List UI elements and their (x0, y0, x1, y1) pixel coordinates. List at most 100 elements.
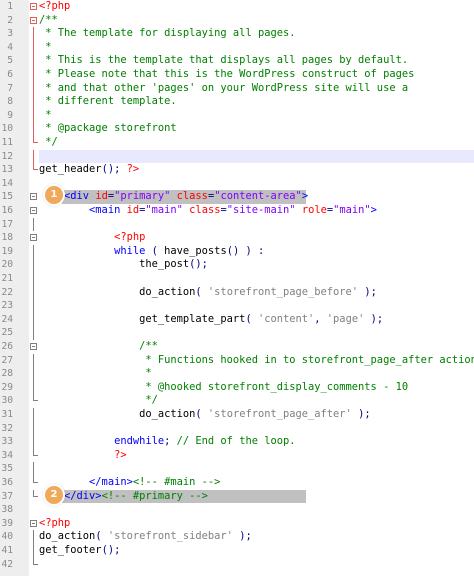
line-code-text[interactable]: <?php (39, 517, 70, 531)
line-number: 33 (1, 436, 13, 448)
code-line[interactable]: 39 <?php (0, 517, 474, 531)
code-line[interactable]: 37 </div><!-- #primary --> (0, 489, 474, 504)
line-code-text[interactable]: * and that other 'pages' on your WordPre… (39, 82, 408, 96)
line-code-text[interactable]: * @package storefront (39, 122, 177, 136)
code-token: * Functions hooked in to storefront_page… (139, 353, 474, 366)
code-line[interactable]: 23 (0, 299, 474, 313)
line-code-text[interactable]: /** (39, 14, 58, 28)
code-line[interactable]: 18 <?php (0, 231, 474, 245)
code-line[interactable]: 17 (0, 217, 474, 232)
code-line[interactable]: 27 * Functions hooked in to storefront_p… (0, 353, 474, 368)
code-line[interactable]: 16 <main id="main" class="site-main" rol… (0, 204, 474, 218)
line-code-text[interactable]: the_post(); (39, 258, 208, 272)
line-code-text[interactable]: */ (39, 136, 58, 150)
fold-toggle-icon[interactable] (29, 231, 38, 245)
code-line[interactable]: 34 ?> (0, 448, 474, 463)
line-code-text[interactable]: do_action( 'storefront_page_before' ); (39, 286, 377, 300)
annotation-badge-2: 2 (45, 485, 63, 504)
line-code-text[interactable]: </main><!-- #main --> (39, 476, 220, 490)
line-code-text[interactable]: * (39, 109, 51, 123)
fold-toggle-icon[interactable] (29, 190, 38, 204)
code-editor[interactable]: 1 <?php 2/** 3 * The template for displayin… (0, 0, 474, 576)
code-line[interactable]: 19 while ( have_posts() ) : (0, 244, 474, 259)
code-line[interactable]: 32 (0, 421, 474, 436)
line-code-text[interactable]: /** (39, 340, 158, 354)
code-line[interactable]: 14 (0, 177, 474, 191)
fold-toggle-icon[interactable] (29, 517, 38, 531)
code-line[interactable]: 11 */ (0, 136, 474, 150)
code-token: while (114, 244, 146, 257)
code-line[interactable]: 4 * (0, 40, 474, 55)
code-line[interactable]: 42 (0, 557, 474, 572)
code-line[interactable]: 41 get_footer(); (0, 544, 474, 558)
line-number: 5 (7, 55, 13, 67)
line-code-text[interactable]: ?> (39, 449, 127, 463)
line-code-text[interactable]: endwhile; // End of the loop. (39, 435, 295, 449)
code-line[interactable]: 38 (0, 503, 474, 517)
code-line[interactable]: 2 /** (0, 14, 474, 28)
line-number: 3 (7, 28, 13, 40)
line-code-text[interactable]: get_footer(); (39, 544, 120, 558)
code-line[interactable]: 25 (0, 326, 474, 340)
code-line[interactable]: 33 endwhile; // End of the loop. (0, 435, 474, 449)
line-number: 36 (1, 477, 13, 488)
line-code-text[interactable]: get_header(); ?> (39, 163, 139, 177)
code-line[interactable]: 21 (0, 272, 474, 286)
code-line[interactable]: 29 * @hooked storefront_display_comments… (0, 380, 474, 395)
code-token: * @package storefront (39, 122, 177, 135)
code-line[interactable]: 5 * This is the template that displays a… (0, 54, 474, 68)
line-code-text[interactable]: */ (39, 394, 158, 408)
code-token: */ (139, 394, 158, 407)
line-code-text[interactable]: * Functions hooked in to storefront_page… (39, 354, 474, 368)
code-line[interactable]: 22 do_action( 'storefront_page_before' )… (0, 285, 474, 300)
code-line[interactable]: 15 <div id="primary" class="content-area… (0, 190, 474, 204)
code-token: * (139, 367, 152, 380)
code-line[interactable]: 10 * @package storefront (0, 122, 474, 136)
line-code-text[interactable]: do_action( 'storefront_page_after' ); (39, 408, 371, 422)
line-code-text[interactable]: </div><!-- #primary --> (39, 490, 208, 504)
line-code-text[interactable]: * Please note that this is the WordPress… (39, 68, 414, 82)
line-code-text[interactable]: <?php (39, 231, 145, 245)
code-line[interactable]: 8 * different template. (0, 95, 474, 109)
line-number: 25 (1, 327, 13, 339)
line-code-text[interactable]: * This is the template that displays all… (39, 54, 408, 68)
code-line[interactable]: 28 * (0, 367, 474, 381)
code-line[interactable]: 9 * (0, 108, 474, 123)
line-number: 15 (1, 191, 13, 203)
line-code-text[interactable]: <div id="primary" class="content-area"> (39, 190, 308, 204)
code-line[interactable]: 7 * and that other 'pages' on your WordP… (0, 81, 474, 96)
code-line[interactable]: 30 */ (0, 394, 474, 408)
code-line[interactable]: 6 * Please note that this is the WordPre… (0, 68, 474, 82)
line-number: 35 (1, 463, 13, 475)
code-line[interactable]: 40 do_action( 'storefront_sidebar' ); (0, 530, 474, 544)
code-line[interactable]: 26 /** (0, 340, 474, 354)
line-code-text[interactable]: * (39, 41, 51, 55)
code-line[interactable]: 1 <?php (0, 0, 474, 14)
line-code-text[interactable]: get_template_part( 'content', 'page' ); (39, 313, 383, 327)
fold-toggle-icon[interactable] (29, 340, 38, 354)
code-line[interactable]: 13 get_header(); ?> (0, 163, 474, 177)
code-token: ( (95, 530, 108, 543)
fold-toggle-icon[interactable] (29, 204, 38, 218)
line-code-text[interactable]: * different template. (39, 95, 176, 109)
code-line[interactable]: 3 * The template for displaying all page… (0, 27, 474, 41)
fold-toggle-icon[interactable] (29, 14, 38, 28)
line-code-text[interactable]: * The template for displaying all pages. (39, 27, 295, 41)
code-line[interactable]: 36 </main><!-- #main --> (0, 476, 474, 490)
code-token: ); (364, 312, 384, 325)
fold-toggle-icon[interactable] (29, 0, 38, 14)
fold-guide (29, 421, 38, 436)
code-line[interactable]: 12 (1, 149, 474, 164)
line-code-text[interactable]: * (39, 367, 152, 381)
code-line[interactable]: 35 (0, 462, 474, 476)
fold-guide (29, 272, 38, 286)
line-code-text[interactable]: do_action( 'storefront_sidebar' ); (39, 530, 252, 544)
line-code-text[interactable]: <?php (39, 0, 70, 14)
code-line[interactable]: 20 the_post(); (0, 258, 474, 272)
fold-guide (29, 462, 38, 476)
line-code-text[interactable]: * @hooked storefront_display_comments - … (39, 381, 408, 395)
line-code-text[interactable]: <main id="main" class="site-main" role="… (39, 204, 377, 218)
line-code-text[interactable]: while ( have_posts() ) : (39, 245, 264, 259)
code-line[interactable]: 24 get_template_part( 'content', 'page' … (0, 312, 474, 327)
code-line[interactable]: 31 do_action( 'storefront_page_after' ); (0, 408, 474, 422)
